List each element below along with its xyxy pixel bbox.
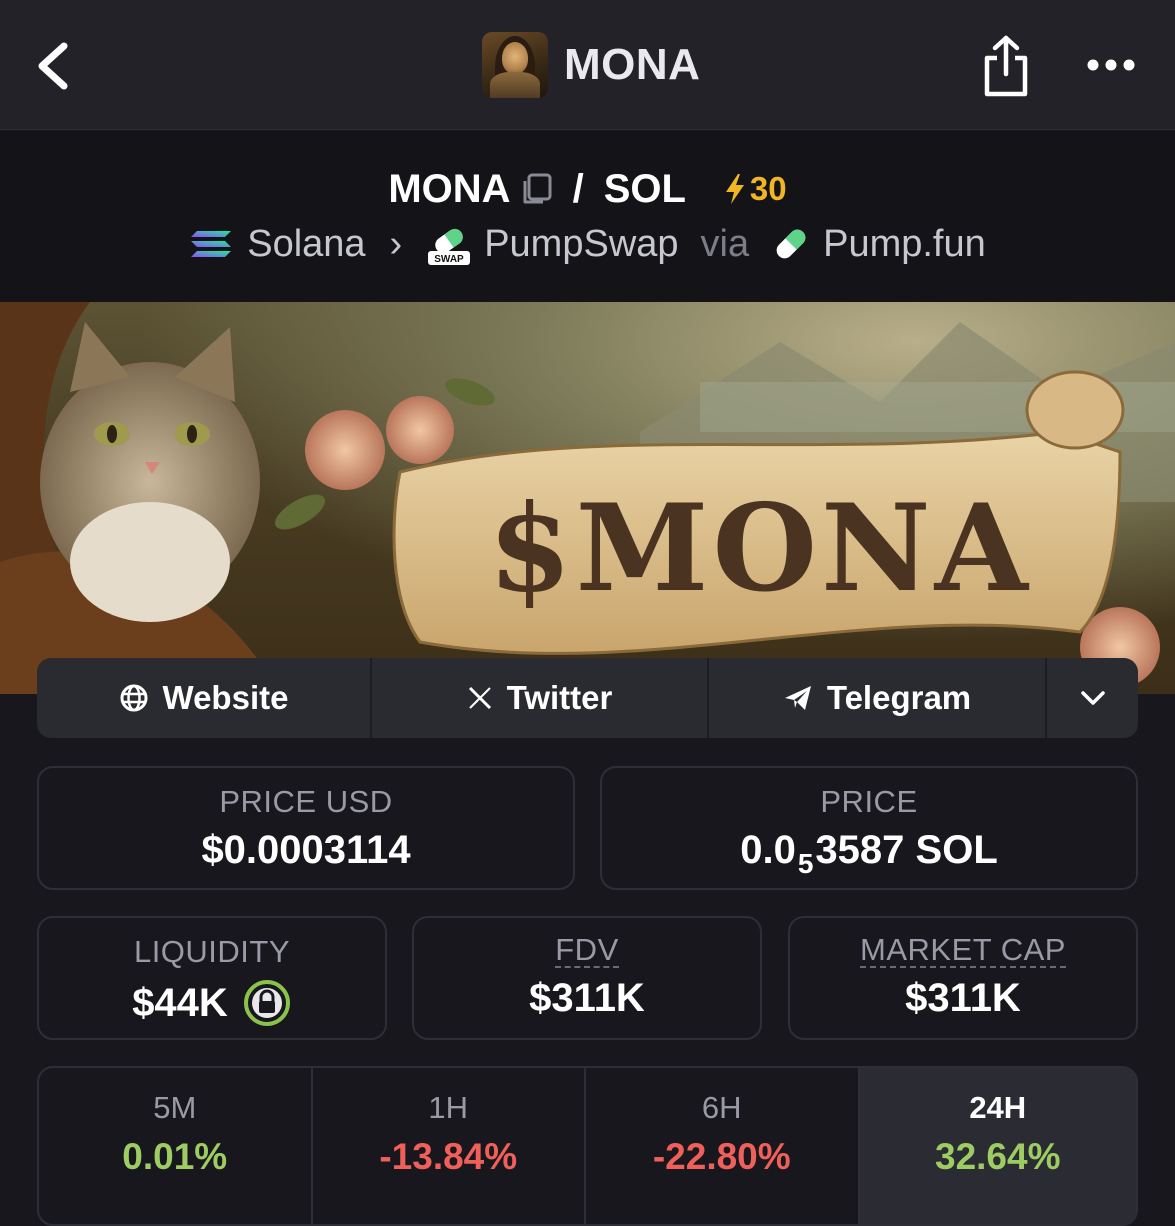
price-native-value: 0.053587 SOL xyxy=(602,828,1136,880)
boost-count: 30 xyxy=(749,170,787,207)
timeframe-label: 1H xyxy=(428,1090,469,1125)
banner-title: $MONA xyxy=(488,478,1032,619)
dex-name[interactable]: PumpSwap xyxy=(484,223,678,266)
market-cap-label[interactable]: MARKET CAP xyxy=(860,934,1066,968)
back-button[interactable] xyxy=(30,38,80,94)
timeframe-change: -22.80% xyxy=(652,1136,791,1177)
tab-5m[interactable]: 5M 0.01% xyxy=(39,1068,313,1224)
more-horizontal-icon xyxy=(1087,59,1135,71)
website-label: Website xyxy=(162,679,289,716)
quote-token-symbol: SOL xyxy=(603,166,686,211)
market-cap-value: $311K xyxy=(905,976,1021,1020)
timeframe-label: 5M xyxy=(153,1090,197,1125)
timeframe-label: 24H xyxy=(969,1090,1027,1125)
fdv-label[interactable]: FDV xyxy=(555,934,619,968)
timeframe-change: -13.84% xyxy=(379,1136,518,1177)
timeframe-change: 32.64% xyxy=(935,1136,1061,1177)
globe-icon xyxy=(120,684,148,712)
base-token-symbol: MONA xyxy=(388,166,511,211)
telegram-link[interactable]: Telegram xyxy=(709,658,1047,738)
liquidity-label: LIQUIDITY xyxy=(133,934,291,969)
via-label: via xyxy=(700,222,750,265)
market-cap-card: MARKET CAP $311K xyxy=(788,916,1138,1040)
expand-links-button[interactable] xyxy=(1047,658,1138,738)
timeframe-change: 0.01% xyxy=(122,1136,228,1177)
price-native-card: PRICE 0.053587 SOL xyxy=(600,766,1138,890)
token-title-group: MONA xyxy=(482,32,700,98)
liquidity-card: LIQUIDITY $44K xyxy=(37,916,387,1040)
copy-icon[interactable] xyxy=(519,172,553,206)
price-zero-count: 5 xyxy=(797,848,814,879)
telegram-icon xyxy=(784,686,811,710)
tab-6h[interactable]: 6H -22.80% xyxy=(586,1068,860,1224)
solana-icon xyxy=(191,231,232,257)
tab-24h[interactable]: 24H 32.64% xyxy=(859,1068,1136,1224)
launchpad-name[interactable]: Pump.fun xyxy=(823,223,986,266)
chain-name[interactable]: Solana xyxy=(247,223,365,266)
pair-separator: / xyxy=(572,166,584,211)
price-suffix: 3587 SOL xyxy=(815,828,998,872)
x-icon xyxy=(468,686,491,710)
chevron-left-icon xyxy=(38,42,68,90)
page-title: MONA xyxy=(564,40,701,89)
token-avatar xyxy=(482,32,548,98)
social-links-bar: Website Twitter Telegram xyxy=(37,658,1138,738)
price-native-label: PRICE xyxy=(820,784,918,819)
price-usd-value: $0.0003114 xyxy=(201,828,411,872)
price-usd-card: PRICE USD $0.0003114 xyxy=(37,766,575,890)
chevron-right-icon: › xyxy=(389,222,403,265)
liquidity-value-row: $44K xyxy=(39,978,385,1028)
more-options-button[interactable] xyxy=(1086,48,1136,82)
liquidity-value: $44K xyxy=(132,980,228,1025)
telegram-label: Telegram xyxy=(826,679,972,716)
tab-1h[interactable]: 1H -13.84% xyxy=(313,1068,586,1224)
lightning-icon xyxy=(725,174,744,204)
price-usd-label: PRICE USD xyxy=(219,784,393,819)
pumpswap-icon: SWAP xyxy=(428,228,471,265)
twitter-label: Twitter xyxy=(506,679,613,716)
twitter-link[interactable]: Twitter xyxy=(372,658,709,738)
fdv-card: FDV $311K xyxy=(412,916,762,1040)
chevron-down-icon xyxy=(1080,691,1105,705)
chain-row: Solana › SWAP PumpSwap via Pump.fun xyxy=(0,216,1175,272)
fdv-value: $311K xyxy=(529,976,645,1020)
timeframe-label: 6H xyxy=(701,1090,742,1125)
swap-badge-text: SWAP xyxy=(434,254,464,265)
share-icon xyxy=(984,35,1028,97)
share-button[interactable] xyxy=(980,34,1032,98)
top-nav-bar: MONA xyxy=(0,0,1175,130)
lock-icon[interactable] xyxy=(242,978,292,1028)
pair-name: MONA / SOL 30 xyxy=(0,161,1175,217)
token-banner: $MONA xyxy=(0,302,1175,694)
boost-badge[interactable]: 30 xyxy=(722,170,787,208)
banner-artwork: $MONA xyxy=(0,302,1175,694)
price-prefix: 0.0 xyxy=(740,828,796,872)
pill-icon xyxy=(776,229,806,259)
website-link[interactable]: Website xyxy=(37,658,372,738)
timeframe-tabs: 5M 0.01% 1H -13.84% 6H -22.80% 24H 32.64… xyxy=(37,1066,1138,1226)
